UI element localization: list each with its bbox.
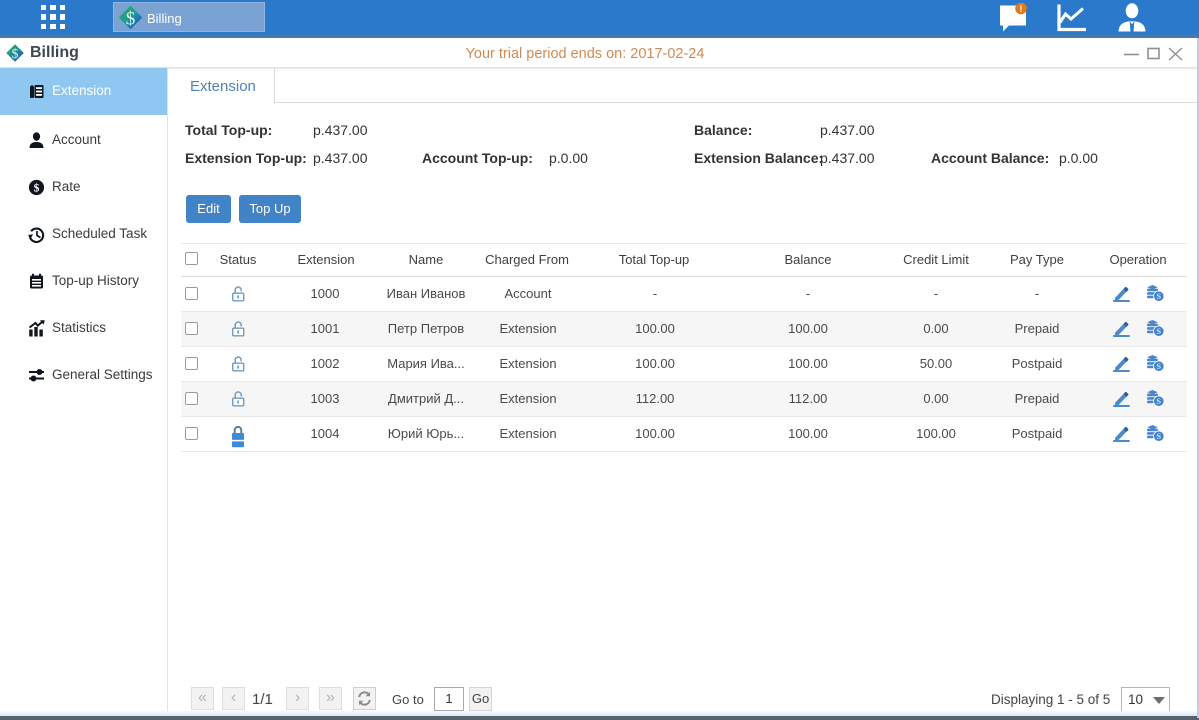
svg-text:S: S: [1156, 291, 1161, 301]
svg-text:$: $: [126, 9, 136, 30]
svg-text:S: S: [1156, 431, 1161, 441]
svg-text:!: !: [1019, 4, 1022, 15]
svg-text:S: S: [1156, 326, 1161, 336]
svg-text:S: S: [1156, 361, 1161, 371]
svg-text:$: $: [34, 182, 40, 195]
svg-text:S: S: [1156, 396, 1161, 406]
